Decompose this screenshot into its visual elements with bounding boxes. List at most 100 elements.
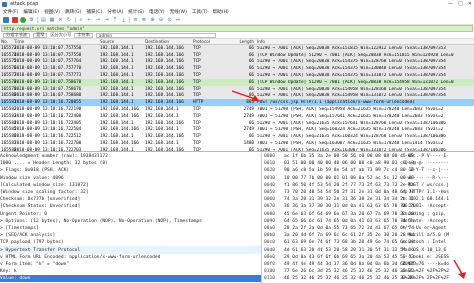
bytes-hex[interactable]: 77 6e 26 6c 3d 25 32 46 25 32 46 25 32 4… [284,269,414,274]
bytes-offset[interactable]: 00b0 [264,233,284,238]
packet-row[interactable]: 165573 2018-08-09 13:10:07.757550 192.168.… [0,45,474,52]
normal-size-icon[interactable]: ⊙ [167,17,173,23]
last-packet-icon[interactable]: ⤓ [121,17,127,23]
bytes-offset[interactable]: 0030 [264,176,284,181]
detail-row[interactable]: TCP payload (797 bytes) [0,239,261,246]
bytes-offset[interactable]: 0010 [264,161,284,166]
menu-help[interactable]: 帮助(H) [213,9,229,15]
menu-file[interactable]: 文件(F) [3,9,18,15]
bytes-offset[interactable]: 0020 [264,168,284,173]
column-header-source[interactable]: Source [100,39,145,44]
bytes-hex[interactable]: 36 36 3a 37 30 30 31 0d 0a 41 63 63 65 7… [284,204,414,209]
menu-wireless[interactable]: 无线(W) [170,9,187,15]
bytes-offset[interactable]: 0060 [264,197,284,202]
bytes-ascii[interactable]: ··w{···· ··R·\··· [402,176,474,181]
bytes-ascii[interactable]: sp HTTP/ 1.1··Hos [402,190,474,195]
bytes-hex[interactable]: f1 86 50 4f 53 54 20 2f 77 73 2f 63 73 7… [284,183,414,188]
resize-columns-icon[interactable]: ⇔ [175,17,181,23]
bytes-ascii[interactable]: Mac OS X 10_13_6 [402,248,474,253]
stop-capture-icon[interactable] [11,17,18,23]
column-header-info[interactable]: Info [257,39,474,44]
packet-row[interactable]: 165583 2018-08-09 13:10:16.722400 192.168.… [0,112,474,120]
menu-edit[interactable]: 编辑(E) [23,9,39,15]
char-width-select[interactable]: 宽窄 [32,32,48,38]
bytes-offset[interactable]: 00a0 [264,226,284,231]
detail-row[interactable]: Acknowledgment number (raw): 1938431172 [0,153,261,160]
detail-row[interactable]: [Window size scaling factor: 32] [0,189,261,196]
bytes-hex[interactable]: 90 a6 c8 5a 1b 59 8e 54 af ab 73 89 7c c… [284,168,414,173]
auto-scroll-icon[interactable]: ≣ [141,17,147,23]
bytes-ascii[interactable]: Encoding : gzip, [402,212,474,217]
bytes-ascii[interactable]: 66:7001· ·Accept- [402,204,474,209]
detail-row[interactable]: v Form item: "k" = "down" [0,261,261,268]
menu-statistics[interactable]: 统计(S) [128,9,144,15]
restart-capture-icon[interactable] [20,17,26,23]
column-header-protocol[interactable]: Protocol [193,39,227,44]
detail-row[interactable]: > [Timestamps] [0,225,261,232]
bytes-hex[interactable]: 10 00 77 7b 00 00 01 01 08 0a 52 ac 5c 1… [284,176,414,181]
open-file-icon[interactable]: ▤ [41,17,47,23]
go-back-icon[interactable]: ← [87,17,93,23]
bytes-hex[interactable]: 29 0d 0a 43 6f 6f 6b 69 65 3a 20 4a 53 4… [284,255,414,260]
packet-row[interactable]: 165574 2018-08-09 13:10:07.757558 192.168.… [0,51,474,59]
bytes-offset[interactable]: 00c0 [264,240,284,245]
bytes-offset[interactable]: 0050 [264,190,284,195]
shark-fin-start-icon[interactable] [3,17,9,23]
detail-row[interactable]: > [SEQ/ACK analysis] [0,232,261,239]
column-header-time[interactable]: Time [14,39,100,44]
packet-row[interactable]: 165576 2018-08-09 13:10:07.757770 192.168.… [0,65,474,73]
bytes-hex[interactable]: 64 65 66 6c 61 74 65 0d 0a 41 63 63 65 7… [284,219,414,224]
bytes-hex[interactable]: 49 4f 4e 49 44 3d 37 36 0d 0a 0d 0a 6b 3… [284,262,414,267]
bytes-offset[interactable]: 00d0 [264,248,284,253]
column-header-no[interactable]: No. [0,39,14,44]
detail-row[interactable]: [Calculated window size: 131072] [0,182,261,189]
search-string-input[interactable]: admin [95,32,216,38]
bytes-ascii[interactable]: acintosh ; Intel [402,240,474,245]
bytes-ascii[interactable]: ··POST / ws/css.j [402,183,474,188]
bytes-ascii[interactable]: ···Z·Y·T ··s·|··· [402,168,474,173]
detail-row[interactable]: > Flags: 0x018 (PSH, ACK) [0,167,261,174]
bytes-hex[interactable]: 3a 20 4d 6f 7a 69 6c 6c 61 2f 35 2e 30 2… [284,233,414,238]
bytes-hex[interactable]: 46 25 32 46 25 32 46 25 32 46 25 32 46 2… [284,276,414,281]
bytes-hex[interactable]: 74 3a 20 31 39 32 2e 31 36 38 2e 31 34 3… [284,197,414,202]
detail-row[interactable]: [Checksum Status: Unverified] [0,203,261,210]
menu-go[interactable]: 跳转(G) [65,9,81,15]
detail-row[interactable]: > Hypertext Transfer Protocol [0,246,261,254]
bytes-offset[interactable]: 0040 [264,183,284,188]
detail-row-selected[interactable]: Value: down [0,275,261,283]
detail-row[interactable]: v HTML Form URL Encoded: application/x-w… [0,254,261,261]
bytes-ascii[interactable]: ·Q··@·@· ········ [402,161,474,166]
bytes-offset[interactable]: 00e0 [264,255,284,260]
bytes-hex[interactable]: ac 1f 6b 35 3a 2e 00 50 56 c0 00 08 08 0… [284,154,414,159]
bytes-ascii[interactable]: t: 192.1 68.144.1 [402,197,474,202]
packet-row[interactable]: 165578 2018-08-09 13:10:07.758670 192.168.… [0,78,474,86]
display-filter-bar[interactable]: http.request.uri matches "admin" [1,25,473,32]
packet-row[interactable]: 165588 2018-08-09 13:10:16.722703 192.168.… [0,146,474,151]
detail-row[interactable]: Checksum: 0x777b [unverified] [0,196,261,203]
bytes-offset[interactable]: 0000 [264,154,284,159]
zoom-in-icon[interactable]: ⊕ [150,17,156,23]
detail-row[interactable]: > Options: (12 bytes), No-Operation (NOP… [0,218,261,225]
minimize-button[interactable]: — [448,1,453,7]
first-packet-icon[interactable]: ⤒ [112,17,118,23]
detail-row[interactable]: Urgent Pointer: 0 [0,211,261,218]
bytes-offset[interactable]: 0110 [264,276,284,281]
packet-row[interactable]: 165577 2018-08-09 13:10:07.757773 192.168.… [0,72,474,79]
menu-telephony[interactable]: 电话(Y) [149,9,165,15]
bytes-hex[interactable]: 61 63 69 6e 74 6f 73 68 3b 20 49 6e 74 6… [284,240,414,245]
menu-capture[interactable]: 捕获(C) [86,9,102,15]
packet-row[interactable]: 165584 2018-08-09 13:10:16.722405 192.168.… [0,119,474,127]
colorize-icon[interactable]: ≡ [133,17,139,23]
save-file-icon[interactable]: ▦ [49,17,55,23]
column-header-destination[interactable]: Destination [145,39,193,44]
menu-view[interactable]: 视图(V) [44,9,60,15]
bytes-hex[interactable]: 03 51 00 00 40 00 40 06 00 00 c0 a8 90 0… [284,161,414,166]
bytes-hex[interactable]: 4d 61 63 20 4f 53 20 58 20 31 30 5f 31 3… [284,248,414,253]
bytes-ascii[interactable]: deflate· ·Accept: [402,219,474,224]
bytes-ascii[interactable]: : Mozill a/5.0 (M [402,233,474,238]
bytes-hex[interactable]: 45 6e 63 6f 64 69 6e 67 3a 20 67 7a 69 7… [284,212,414,217]
bytes-offset[interactable]: 0070 [264,204,284,209]
case-sensitive-checkbox[interactable]: 区分大小写 [50,32,71,38]
reload-icon[interactable]: ↻ [66,17,72,23]
detail-row[interactable]: 1000 .... = Header Length: 32 bytes (8) [0,160,261,167]
